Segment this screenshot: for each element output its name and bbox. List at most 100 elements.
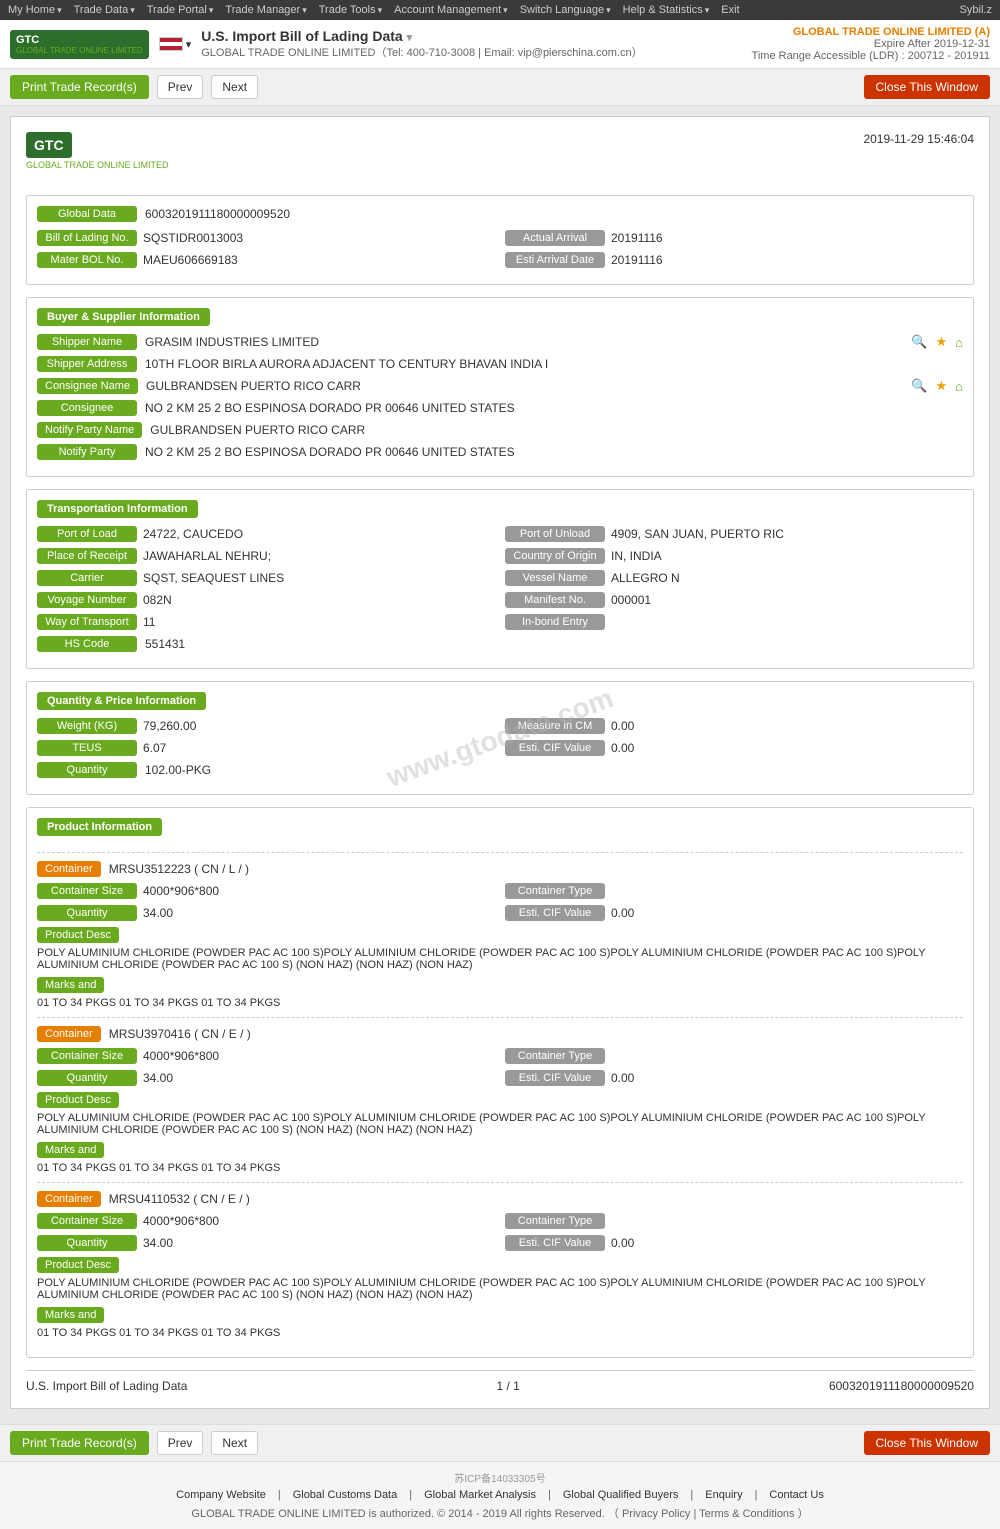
c1-type-label: Container Type — [505, 883, 605, 899]
bottom-next-button[interactable]: Next — [211, 1431, 258, 1455]
doc-header: GTC GLOBAL TRADE ONLINE LIMITED 2019-11-… — [26, 132, 974, 180]
carrier-value: SQST, SEAQUEST LINES — [143, 571, 495, 585]
notify-party-name-value: GULBRANDSEN PUERTO RICO CARR — [150, 423, 963, 437]
place-receipt-value: JAWAHARLAL NEHRU; — [143, 549, 495, 563]
prev-button[interactable]: Prev — [157, 75, 204, 99]
c3-size-half: Container Size 4000*906*800 — [37, 1213, 495, 1229]
c1-product-desc-text: POLY ALUMINIUM CHLORIDE (POWDER PAC AC 1… — [37, 947, 963, 971]
c3-qty-label: Quantity — [37, 1235, 137, 1251]
container-3-badge: Container — [37, 1191, 101, 1207]
quantity-section: Quantity & Price Information www.gtodata… — [26, 681, 974, 795]
c1-marks-label: Marks and — [37, 977, 104, 993]
bottom-print-button[interactable]: Print Trade Record(s) — [10, 1431, 149, 1455]
c1-type-half: Container Type — [505, 883, 963, 899]
c3-marks-label: Marks and — [37, 1307, 104, 1323]
actual-arrival-value: 20191116 — [611, 231, 963, 245]
nav-switch-language[interactable]: Switch Language ▾ — [520, 4, 611, 16]
vessel-label: Vessel Name — [505, 570, 605, 586]
main-content: GTC GLOBAL TRADE ONLINE LIMITED 2019-11-… — [0, 106, 1000, 1424]
receipt-half: Place of Receipt JAWAHARLAL NEHRU; — [37, 548, 495, 564]
next-button[interactable]: Next — [211, 75, 258, 99]
carrier-half: Carrier SQST, SEAQUEST LINES — [37, 570, 495, 586]
hs-code-label: HS Code — [37, 636, 137, 652]
nav-account-management[interactable]: Account Management ▾ — [394, 4, 508, 16]
bottom-close-button[interactable]: Close This Window — [864, 1431, 990, 1455]
c3-product-desc-block: Product Desc POLY ALUMINIUM CHLORIDE (PO… — [37, 1257, 963, 1301]
teus-half: TEUS 6.07 — [37, 740, 495, 756]
esti-cif-value: 0.00 — [611, 741, 963, 755]
doc-footer-page: 1 / 1 — [497, 1379, 520, 1393]
c3-cif-label: Esti. CIF Value — [505, 1235, 605, 1251]
c3-size-label: Container Size — [37, 1213, 137, 1229]
carrier-label: Carrier — [37, 570, 137, 586]
nav-arrow: ▾ — [378, 5, 383, 16]
nav-my-home[interactable]: My Home ▾ — [8, 4, 62, 16]
container-3-size-type-row: Container Size 4000*906*800 Container Ty… — [37, 1213, 963, 1229]
c2-qty-half: Quantity 34.00 — [37, 1070, 495, 1086]
consignee-row: Consignee NO 2 KM 25 2 BO ESPINOSA DORAD… — [37, 400, 963, 416]
user-label: Sybil.z — [960, 4, 992, 16]
c1-cif-label: Esti. CIF Value — [505, 905, 605, 921]
home-icon-2[interactable]: ⌂ — [955, 379, 963, 394]
measure-value: 0.00 — [611, 719, 963, 733]
vessel-value: ALLEGRO N — [611, 571, 963, 585]
c2-marks-block: Marks and 01 TO 34 PKGS 01 TO 34 PKGS 01… — [37, 1142, 963, 1174]
nav-arrow: ▾ — [209, 5, 214, 16]
container-3-qty-cif-row: Quantity 34.00 Esti. CIF Value 0.00 — [37, 1235, 963, 1251]
voyage-label: Voyage Number — [37, 592, 137, 608]
title-arrow[interactable]: ▾ — [407, 32, 413, 44]
page-subtitle: GLOBAL TRADE ONLINE LIMITED（Tel: 400-710… — [201, 44, 741, 60]
container-1-id-row: Container MRSU3512223 ( CN / L / ) — [37, 861, 963, 877]
nav-arrow: ▾ — [606, 5, 611, 16]
consignee-value: NO 2 KM 25 2 BO ESPINOSA DORADO PR 00646… — [145, 401, 963, 415]
voyage-half: Voyage Number 082N — [37, 592, 495, 608]
c2-size-value: 4000*906*800 — [143, 1049, 495, 1063]
bol-label: Bill of Lading No. — [37, 230, 137, 246]
c1-size-half: Container Size 4000*906*800 — [37, 883, 495, 899]
c3-cif-value: 0.00 — [611, 1236, 963, 1250]
shipper-name-label: Shipper Name — [37, 334, 137, 350]
footer-customs-data[interactable]: Global Customs Data — [293, 1489, 398, 1501]
c3-qty-value: 34.00 — [143, 1236, 495, 1250]
way-transport-label: Way of Transport — [37, 614, 137, 630]
master-bol-value: MAEU606669183 — [143, 253, 495, 267]
container-3-id-row: Container MRSU4110532 ( CN / E / ) — [37, 1191, 963, 1207]
search-icon-2[interactable]: 🔍 — [911, 378, 927, 394]
home-icon[interactable]: ⌂ — [955, 335, 963, 350]
nav-trade-data[interactable]: Trade Data ▾ — [74, 4, 135, 16]
star-icon[interactable]: ★ — [935, 334, 947, 350]
page-footer: 苏ICP备14033305号 Company Website | Global … — [0, 1461, 1000, 1529]
footer-qualified-buyers[interactable]: Global Qualified Buyers — [563, 1489, 679, 1501]
nav-trade-tools[interactable]: Trade Tools ▾ — [319, 4, 382, 16]
account-time-range: Time Range Accessible (LDR) : 200712 - 2… — [752, 50, 990, 62]
bottom-prev-button[interactable]: Prev — [157, 1431, 204, 1455]
c3-qty-half: Quantity 34.00 — [37, 1235, 495, 1251]
account-info: GLOBAL TRADE ONLINE LIMITED (A) Expire A… — [752, 26, 990, 62]
logo-area: GTC GLOBAL TRADE ONLINE LIMITED — [10, 30, 149, 59]
teus-value: 6.07 — [143, 741, 495, 755]
c2-cif-label: Esti. CIF Value — [505, 1070, 605, 1086]
us-flag — [159, 37, 183, 51]
teus-cif-row: TEUS 6.07 Esti. CIF Value 0.00 — [37, 740, 963, 756]
close-button[interactable]: Close This Window — [864, 75, 990, 99]
footer-contact-us[interactable]: Contact Us — [769, 1489, 823, 1501]
transport-bond-row: Way of Transport 11 In-bond Entry — [37, 614, 963, 630]
c3-marks-block: Marks and 01 TO 34 PKGS 01 TO 34 PKGS 01… — [37, 1307, 963, 1339]
nav-trade-portal[interactable]: Trade Portal ▾ — [147, 4, 214, 16]
port-load-label: Port of Load — [37, 526, 137, 542]
nav-exit[interactable]: Exit — [721, 4, 739, 16]
footer-enquiry[interactable]: Enquiry — [705, 1489, 742, 1501]
footer-company-website[interactable]: Company Website — [176, 1489, 266, 1501]
c2-qty-value: 34.00 — [143, 1071, 495, 1085]
header-bar: GTC GLOBAL TRADE ONLINE LIMITED ▾ U.S. I… — [0, 20, 1000, 69]
esti-cif-half: Esti. CIF Value 0.00 — [505, 740, 963, 756]
nav-help-statistics[interactable]: Help & Statistics ▾ — [623, 4, 710, 16]
search-icon[interactable]: 🔍 — [911, 334, 927, 350]
weight-measure-row: Weight (KG) 79,260.00 Measure in CM 0.00 — [37, 718, 963, 734]
print-button[interactable]: Print Trade Record(s) — [10, 75, 149, 99]
nav-trade-manager[interactable]: Trade Manager ▾ — [225, 4, 306, 16]
flag-arrow[interactable]: ▾ — [186, 38, 192, 51]
star-icon-2[interactable]: ★ — [935, 378, 947, 394]
container-1-qty-cif-row: Quantity 34.00 Esti. CIF Value 0.00 — [37, 905, 963, 921]
footer-market-analysis[interactable]: Global Market Analysis — [424, 1489, 536, 1501]
